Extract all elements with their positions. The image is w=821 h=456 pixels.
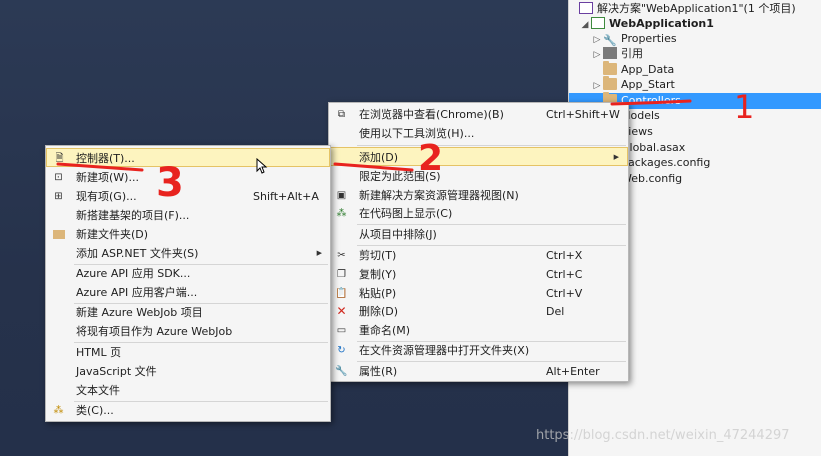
annotation-underline-controller (56, 162, 144, 172)
annotation-number-two: 2 (418, 138, 444, 179)
annotation-number-one: 1 (734, 88, 755, 126)
watermark-text: https://blog.csdn.net/weixin_47244297 (536, 428, 790, 443)
annotation-underline-add (333, 162, 414, 172)
annotation-number-three: 3 (156, 160, 184, 206)
annotation-underline-controllers (610, 99, 692, 106)
annotation-strokes (56, 99, 692, 172)
